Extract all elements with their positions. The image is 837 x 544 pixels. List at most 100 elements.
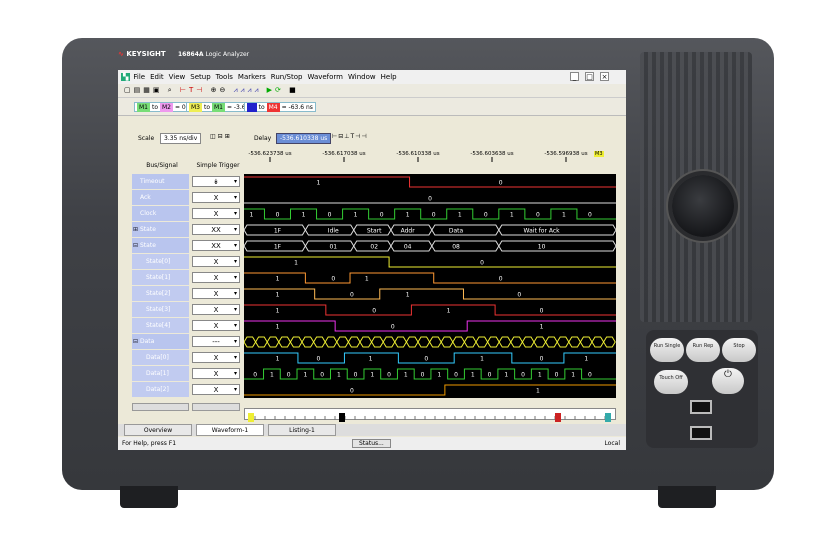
waveform-overview-strip[interactable]	[244, 408, 616, 422]
tab-waveform-1[interactable]: Waveform-1	[196, 424, 264, 436]
trigger-selector[interactable]: X ▾	[192, 368, 240, 379]
trigger-selector[interactable]: XX ▾	[192, 224, 240, 235]
chevron-down-icon[interactable]: ▾	[234, 321, 237, 331]
chevron-down-icon[interactable]: ▾	[234, 193, 237, 203]
signal-name[interactable]: ⊟ Data	[132, 334, 189, 349]
waveform-track[interactable]: 10	[244, 254, 616, 270]
find-icon[interactable]: ⌕	[168, 86, 175, 94]
stop-button[interactable]: Stop	[722, 338, 756, 362]
bus-signal-header[interactable]: Bus/Signal	[134, 162, 190, 169]
name-scrollbar[interactable]	[132, 403, 189, 411]
trigger-selector[interactable]: X ▾	[192, 320, 240, 331]
signal-name[interactable]: State[0]	[132, 254, 189, 269]
toolbar-icons[interactable]: ▢▤▦▣ ⌕ ⊢T⊣ ⊕⊖ ⩘⩘⩘⩘ ▶⟳ ■	[124, 86, 299, 95]
waveform-track[interactable]: 1 0 1 0	[244, 270, 616, 286]
collapse-icon[interactable]: ⊟	[133, 238, 138, 253]
waveform-track[interactable]: 01	[244, 382, 616, 398]
overview-marker[interactable]	[248, 413, 254, 422]
trigger-selector[interactable]: X ▾	[192, 352, 240, 363]
print-icon[interactable]: ▣	[153, 86, 163, 94]
scale-spin-icon[interactable]: ◫	[210, 133, 218, 140]
waveform-track[interactable]: 0	[244, 190, 616, 206]
overview-marker[interactable]	[605, 413, 611, 422]
scale-buttons[interactable]: ◫⊟⊞	[210, 133, 232, 140]
chevron-down-icon[interactable]: ▾	[234, 225, 237, 235]
waveform-track[interactable]: 0 1 0 1 0 1 0 1 0 1 0 1 0 1 0 1 0 1 0 1 0	[244, 366, 616, 382]
chevron-down-icon[interactable]: ▾	[234, 177, 237, 187]
expand-icon[interactable]: ⊞	[133, 222, 138, 237]
trigger-selector[interactable]: X ▾	[192, 304, 240, 315]
rotary-knob[interactable]	[672, 175, 734, 237]
waveform-track[interactable]: 10	[244, 174, 616, 190]
touch-off-button[interactable]: Touch Off	[654, 370, 688, 394]
trigger-selector[interactable]: X ▾	[192, 272, 240, 283]
status-button[interactable]: Status...	[352, 439, 391, 448]
menu-runstop[interactable]: Run/Stop	[271, 73, 303, 81]
trigger-selector[interactable]: XX ▾	[192, 240, 240, 251]
menu-markers[interactable]: Markers	[238, 73, 266, 81]
simple-trigger-header[interactable]: Simple Trigger	[192, 162, 244, 169]
waveform-track[interactable]: 1F Idle Start Addr Data Wait for Ack	[243, 222, 617, 238]
zoom-out-tool-icon[interactable]: ⊟	[218, 133, 225, 140]
chevron-down-icon[interactable]: ▾	[234, 385, 237, 395]
trigger-selector[interactable]: X ▾	[192, 256, 240, 267]
zoom-out-icon[interactable]: ⊖	[219, 86, 228, 94]
open-icon[interactable]: ▤	[134, 86, 144, 94]
menu-tools[interactable]: Tools	[216, 73, 233, 81]
chevron-down-icon[interactable]: ▾	[234, 305, 237, 315]
signal-name[interactable]: Timeout	[132, 174, 189, 189]
overview-marker[interactable]	[555, 413, 561, 422]
chevron-down-icon[interactable]: ▾	[234, 337, 237, 347]
waveform-track[interactable]: 1 0 1 0 1 0 1 0 1 0 1 0 1 0	[244, 206, 616, 222]
waveform-track[interactable]	[243, 334, 616, 350]
go-to-end-icon[interactable]: ⊣	[361, 133, 367, 140]
waveform-track[interactable]: 1 0 1 0 1 0 1	[244, 350, 616, 366]
trigger-selector[interactable]: X ▾	[192, 192, 240, 203]
delay-buttons[interactable]: ⊢⊟⊥T⊣⊣	[332, 133, 368, 140]
trigger-selector[interactable]: X ▾	[192, 208, 240, 219]
waveform-track[interactable]: 1F 01 02 04 08 10	[243, 238, 617, 254]
tab-overview[interactable]: Overview	[124, 424, 192, 436]
signal-name[interactable]: State[2]	[132, 286, 189, 301]
signal-name[interactable]: State[3]	[132, 302, 189, 317]
chevron-down-icon[interactable]: ▾	[234, 273, 237, 283]
signal-name[interactable]: Clock	[132, 206, 189, 221]
save-icon[interactable]: ▦	[143, 86, 153, 94]
waveform-track[interactable]: 1 0 1 0	[244, 302, 616, 318]
menu-waveform[interactable]: Waveform	[307, 73, 343, 81]
zoom-in-tool-icon[interactable]: ⊞	[225, 133, 232, 140]
chevron-down-icon[interactable]: ▾	[234, 241, 237, 251]
trigger-selector[interactable]: ↡ ▾	[192, 176, 240, 187]
stop-icon[interactable]: ■	[289, 86, 299, 94]
signal-name[interactable]: State[1]	[132, 270, 189, 285]
menu-window[interactable]: Window	[348, 73, 376, 81]
edge-tool-icon[interactable]: ⩘⩘⩘⩘	[234, 86, 262, 94]
signal-name[interactable]: Data[1]	[132, 366, 189, 381]
menu-help[interactable]: Help	[381, 73, 397, 81]
signal-name[interactable]: Ack	[132, 190, 189, 205]
trigger-scrollbar[interactable]	[192, 403, 240, 411]
chevron-down-icon[interactable]: ▾	[234, 289, 237, 299]
run-rep-button[interactable]: Run Rep	[686, 338, 720, 362]
signal-name[interactable]: ⊞ State	[132, 222, 189, 237]
menu-edit[interactable]: Edit	[150, 73, 164, 81]
marker-delta-1[interactable]: M1 to M2 = 0 s	[134, 102, 194, 112]
power-icon[interactable]: ⏻	[712, 368, 744, 394]
scale-field[interactable]: 3.35 ns/div	[160, 133, 202, 144]
collapse-icon[interactable]: ⊟	[133, 334, 138, 349]
signal-name[interactable]: ⊟ State	[132, 238, 189, 253]
overview-marker[interactable]	[339, 413, 345, 422]
run-icon[interactable]: ▶	[267, 86, 275, 94]
chevron-down-icon[interactable]: ▾	[234, 369, 237, 379]
run-single-button[interactable]: Run Single	[650, 338, 684, 362]
signal-name[interactable]: Data[0]	[132, 350, 189, 365]
trigger-selector[interactable]: --- ▾	[192, 336, 240, 347]
waveform-track[interactable]: 1 0 1	[244, 318, 616, 334]
menu-setup[interactable]: Setup	[190, 73, 210, 81]
delay-field[interactable]: -536.610338 us	[276, 133, 332, 144]
maximize-button[interactable]: □	[585, 72, 594, 81]
close-button[interactable]: ×	[600, 72, 609, 81]
signal-name[interactable]: State[4]	[132, 318, 189, 333]
chevron-down-icon[interactable]: ▾	[234, 209, 237, 219]
trigger-selector[interactable]: X ▾	[192, 288, 240, 299]
